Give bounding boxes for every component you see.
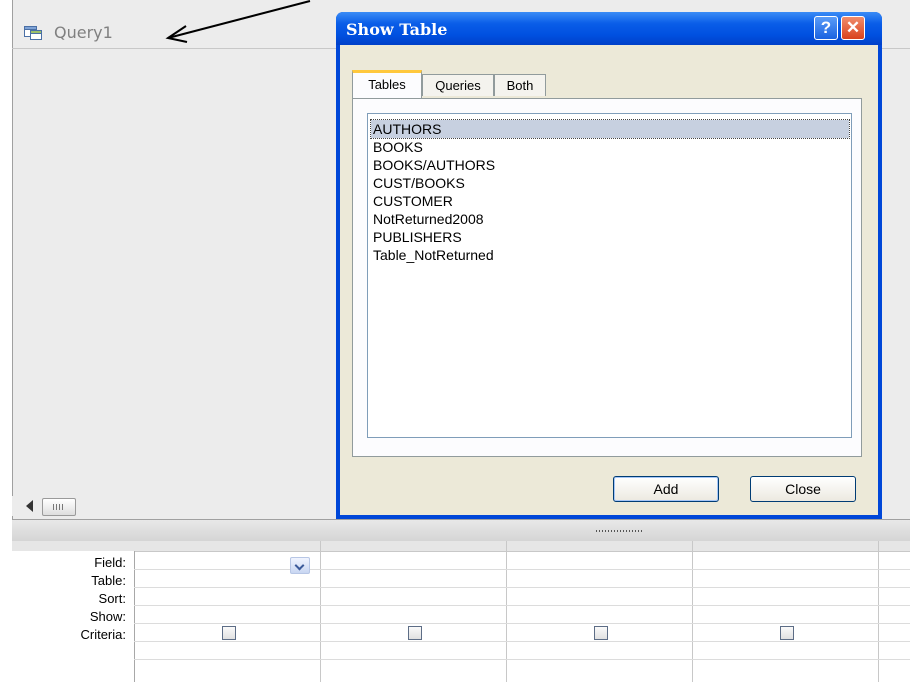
list-item[interactable]: BOOKS bbox=[371, 138, 849, 156]
row-label-show: Show: bbox=[89, 609, 126, 624]
grid-row-divider bbox=[134, 605, 910, 606]
grid-column-divider bbox=[692, 541, 693, 682]
scroll-left-icon[interactable] bbox=[26, 500, 33, 512]
grid-row-divider bbox=[134, 659, 910, 660]
show-checkbox[interactable] bbox=[222, 626, 236, 640]
row-label-criteria: Criteria: bbox=[80, 627, 126, 642]
row-label-table: Table: bbox=[91, 573, 126, 588]
pane-splitter[interactable] bbox=[12, 519, 910, 543]
list-item[interactable]: CUSTOMER bbox=[371, 192, 849, 210]
query-tab-title: Query1 bbox=[54, 23, 113, 42]
show-table-dialog: Show Table ? ✕ Tables Queries Both AUTHO… bbox=[336, 12, 882, 519]
grid-column-divider bbox=[878, 541, 879, 682]
dialog-title-bar[interactable]: Show Table ? ✕ bbox=[336, 12, 882, 45]
annotation-arrow bbox=[165, 0, 311, 43]
dialog-title: Show Table bbox=[346, 20, 448, 39]
grid-row-divider bbox=[134, 623, 910, 624]
dialog-body: Tables Queries Both AUTHORS BOOKS BOOKS/… bbox=[340, 45, 878, 515]
tab-queries[interactable]: Queries bbox=[422, 74, 494, 96]
tab-both[interactable]: Both bbox=[494, 74, 546, 96]
list-item[interactable]: AUTHORS bbox=[370, 119, 850, 139]
show-checkbox[interactable] bbox=[408, 626, 422, 640]
horizontal-scrollbar[interactable] bbox=[12, 496, 342, 516]
list-item[interactable]: BOOKS/AUTHORS bbox=[371, 156, 849, 174]
tables-tab-panel: AUTHORS BOOKS BOOKS/AUTHORS CUST/BOOKS C… bbox=[352, 98, 862, 457]
scroll-thumb[interactable] bbox=[42, 498, 76, 516]
grid-column-selectors[interactable] bbox=[12, 541, 910, 552]
query-table-icon bbox=[24, 24, 42, 40]
list-item[interactable]: NotReturned2008 bbox=[371, 210, 849, 228]
design-grid: Field: Table: Sort: Show: Criteria: bbox=[12, 541, 910, 682]
tables-listbox[interactable]: AUTHORS BOOKS BOOKS/AUTHORS CUST/BOOKS C… bbox=[367, 113, 852, 438]
grid-row-labels: Field: Table: Sort: Show: Criteria: bbox=[12, 551, 135, 682]
list-item[interactable]: Table_NotReturned bbox=[371, 246, 849, 264]
field-dropdown-chevron-down-icon[interactable] bbox=[290, 557, 310, 574]
row-label-field: Field: bbox=[94, 555, 126, 570]
help-button[interactable]: ? bbox=[814, 16, 838, 40]
show-checkbox[interactable] bbox=[780, 626, 794, 640]
close-icon[interactable]: ✕ bbox=[841, 16, 865, 40]
close-button[interactable]: Close bbox=[750, 476, 856, 502]
add-button[interactable]: Add bbox=[613, 476, 719, 502]
tab-tables[interactable]: Tables bbox=[352, 70, 422, 98]
grid-row-divider bbox=[134, 587, 910, 588]
grid-column-divider bbox=[320, 541, 321, 682]
grid-column-divider bbox=[506, 541, 507, 682]
show-checkbox[interactable] bbox=[594, 626, 608, 640]
grid-row-divider bbox=[134, 569, 910, 570]
splitter-grip-icon[interactable] bbox=[596, 530, 642, 532]
row-label-sort: Sort: bbox=[98, 591, 126, 606]
list-item[interactable]: CUST/BOOKS bbox=[371, 174, 849, 192]
grid-row-divider bbox=[134, 641, 910, 642]
list-item[interactable]: PUBLISHERS bbox=[371, 228, 849, 246]
